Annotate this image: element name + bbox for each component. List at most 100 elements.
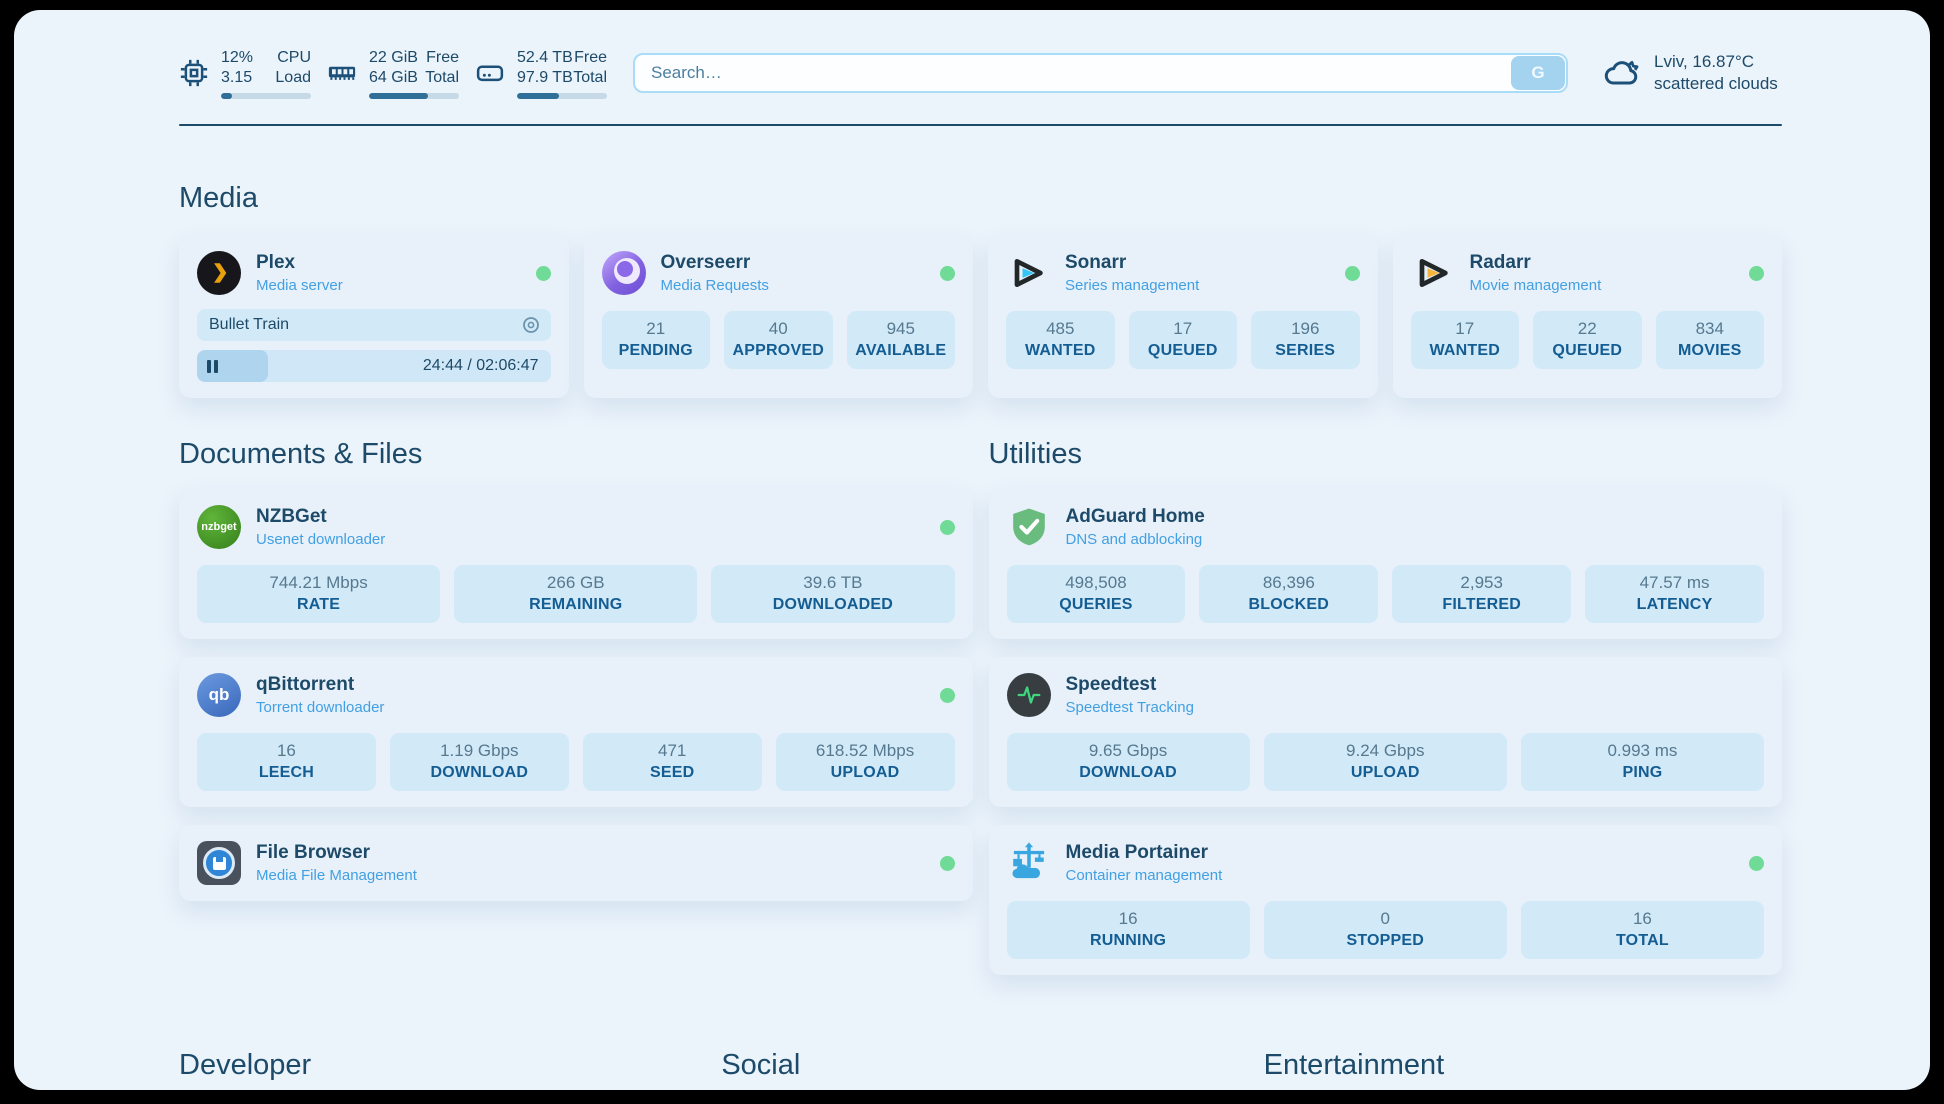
- status-dot: [940, 688, 955, 703]
- links-column-developer: Developer GH Github github.com SO StackO…: [179, 1049, 697, 1090]
- ram-progress-bar: [369, 93, 459, 99]
- section-title-social: Social: [721, 1049, 1239, 1082]
- stat-pill: 485 WANTED: [1006, 311, 1115, 369]
- app-name: NZBGet: [256, 506, 925, 528]
- stat-label: WANTED: [1010, 342, 1111, 360]
- stat-pill: 0.993 ms PING: [1521, 733, 1764, 791]
- stat-label: BLOCKED: [1203, 596, 1374, 614]
- app-subtitle: Usenet downloader: [256, 531, 925, 548]
- status-dot: [940, 856, 955, 871]
- adguard-icon: [1007, 505, 1051, 549]
- app-subtitle: Torrent downloader: [256, 699, 925, 716]
- stat-pill: 498,508 QUERIES: [1007, 565, 1186, 623]
- app-name: Radarr: [1470, 252, 1735, 274]
- app-name: Plex: [256, 252, 521, 274]
- qbittorrent-icon-text: qb: [209, 685, 230, 705]
- section-title-entertainment: Entertainment: [1264, 1049, 1782, 1082]
- search-input[interactable]: [633, 53, 1568, 93]
- weather-location: Lviv, 16.87°C: [1654, 51, 1778, 73]
- search-engine-button[interactable]: G: [1511, 56, 1565, 90]
- app-card-overseerr[interactable]: Overseerr Media Requests 21 PENDING 40 A…: [584, 235, 974, 398]
- stat-value: 39.6 TB: [715, 573, 950, 593]
- disk-icon: [475, 58, 505, 88]
- app-name: Overseerr: [661, 252, 926, 274]
- app-name: Speedtest: [1066, 674, 1765, 696]
- app-card-speedtest[interactable]: Speedtest Speedtest Tracking 9.65 Gbps D…: [989, 657, 1783, 807]
- stat-label: DOWNLOAD: [394, 764, 565, 782]
- playback-time: 24:44 / 02:06:47: [423, 350, 539, 382]
- stat-label: LEECH: [201, 764, 372, 782]
- section-title-media: Media: [179, 182, 1782, 215]
- stat-label: UPLOAD: [1268, 764, 1503, 782]
- stat-pill: 834 MOVIES: [1656, 311, 1765, 369]
- playback-progress-bar[interactable]: 24:44 / 02:06:47: [197, 350, 551, 382]
- stat-label: STOPPED: [1268, 932, 1503, 950]
- stat-pill: 1.19 Gbps DOWNLOAD: [390, 733, 569, 791]
- stat-label: APPROVED: [728, 342, 829, 360]
- app-card-sonarr[interactable]: Sonarr Series management 485 WANTED 17 Q…: [988, 235, 1378, 398]
- stat-pill: 16 RUNNING: [1007, 901, 1250, 959]
- disk-stat: 52.4 TB 97.9 TB Free Total: [475, 48, 607, 99]
- stat-value: 17: [1133, 319, 1234, 339]
- stat-value: 21: [606, 319, 707, 339]
- stat-pill: 40 APPROVED: [724, 311, 833, 369]
- app-card-portainer[interactable]: Media Portainer Container management 16 …: [989, 825, 1783, 975]
- stat-label: REMAINING: [458, 596, 693, 614]
- sonarr-icon: [1006, 251, 1050, 295]
- status-dot: [536, 266, 551, 281]
- search-bar: G: [633, 53, 1568, 93]
- stat-label: SERIES: [1255, 342, 1356, 360]
- documents-column: Documents & Files nzbget NZBGet Usenet d…: [179, 438, 973, 975]
- filebrowser-icon: [197, 841, 241, 885]
- stat-pill: 9.24 Gbps UPLOAD: [1264, 733, 1507, 791]
- stat-label: LATENCY: [1589, 596, 1760, 614]
- stat-value: 485: [1010, 319, 1111, 339]
- stat-value: 196: [1255, 319, 1356, 339]
- status-dot: [1345, 266, 1360, 281]
- app-name: AdGuard Home: [1066, 506, 1765, 528]
- disk-free-value: 52.4 TB: [517, 48, 573, 68]
- app-subtitle: Speedtest Tracking: [1066, 699, 1765, 716]
- weather-widget[interactable]: Lviv, 16.87°C scattered clouds: [1602, 51, 1782, 95]
- ram-icon: [327, 58, 357, 88]
- stat-label: RUNNING: [1011, 932, 1246, 950]
- disc-icon: [521, 315, 541, 335]
- stat-pill: 945 AVAILABLE: [847, 311, 956, 369]
- app-card-plex[interactable]: Plex Media server Bullet Train 24:44 / 0…: [179, 235, 569, 398]
- app-subtitle: Media server: [256, 277, 521, 294]
- stat-value: 86,396: [1203, 573, 1374, 593]
- app-card-filebrowser[interactable]: File Browser Media File Management: [179, 825, 973, 901]
- header-divider: [179, 124, 1782, 126]
- app-card-radarr[interactable]: Radarr Movie management 17 WANTED 22 QUE…: [1393, 235, 1783, 398]
- status-dot: [1749, 266, 1764, 281]
- section-title-utilities: Utilities: [989, 438, 1783, 471]
- stat-value: 9.24 Gbps: [1268, 741, 1503, 761]
- ram-free-label: Free: [425, 48, 459, 68]
- stat-value: 834: [1660, 319, 1761, 339]
- stat-value: 744.21 Mbps: [201, 573, 436, 593]
- stat-value: 471: [587, 741, 758, 761]
- system-stats: 12% 3.15 CPU Load: [179, 48, 607, 99]
- app-name: File Browser: [256, 842, 925, 864]
- stat-value: 17: [1415, 319, 1516, 339]
- app-subtitle: Media File Management: [256, 867, 925, 884]
- app-card-adguard[interactable]: AdGuard Home DNS and adblocking 498,508 …: [989, 489, 1783, 639]
- app-subtitle: Series management: [1065, 277, 1330, 294]
- now-playing-title: Bullet Train: [209, 316, 521, 334]
- disk-progress-bar: [517, 93, 607, 99]
- nzbget-icon: nzbget: [197, 505, 241, 549]
- media-grid: Plex Media server Bullet Train 24:44 / 0…: [179, 235, 1782, 398]
- weather-condition: scattered clouds: [1654, 73, 1778, 95]
- stat-value: 0: [1268, 909, 1503, 929]
- app-card-qbittorrent[interactable]: qb qBittorrent Torrent downloader 16 LEE…: [179, 657, 973, 807]
- overseerr-icon: [602, 251, 646, 295]
- status-dot: [940, 520, 955, 535]
- stat-value: 618.52 Mbps: [780, 741, 951, 761]
- section-title-documents: Documents & Files: [179, 438, 973, 471]
- app-card-nzbget[interactable]: nzbget NZBGet Usenet downloader 744.21 M…: [179, 489, 973, 639]
- status-dot: [1749, 856, 1764, 871]
- stat-pill: 22 QUEUED: [1533, 311, 1642, 369]
- stat-label: AVAILABLE: [851, 342, 952, 360]
- links-column-entertainment: Entertainment YT YouTube youtube.com NF …: [1264, 1049, 1782, 1090]
- cpu-progress-bar: [221, 93, 311, 99]
